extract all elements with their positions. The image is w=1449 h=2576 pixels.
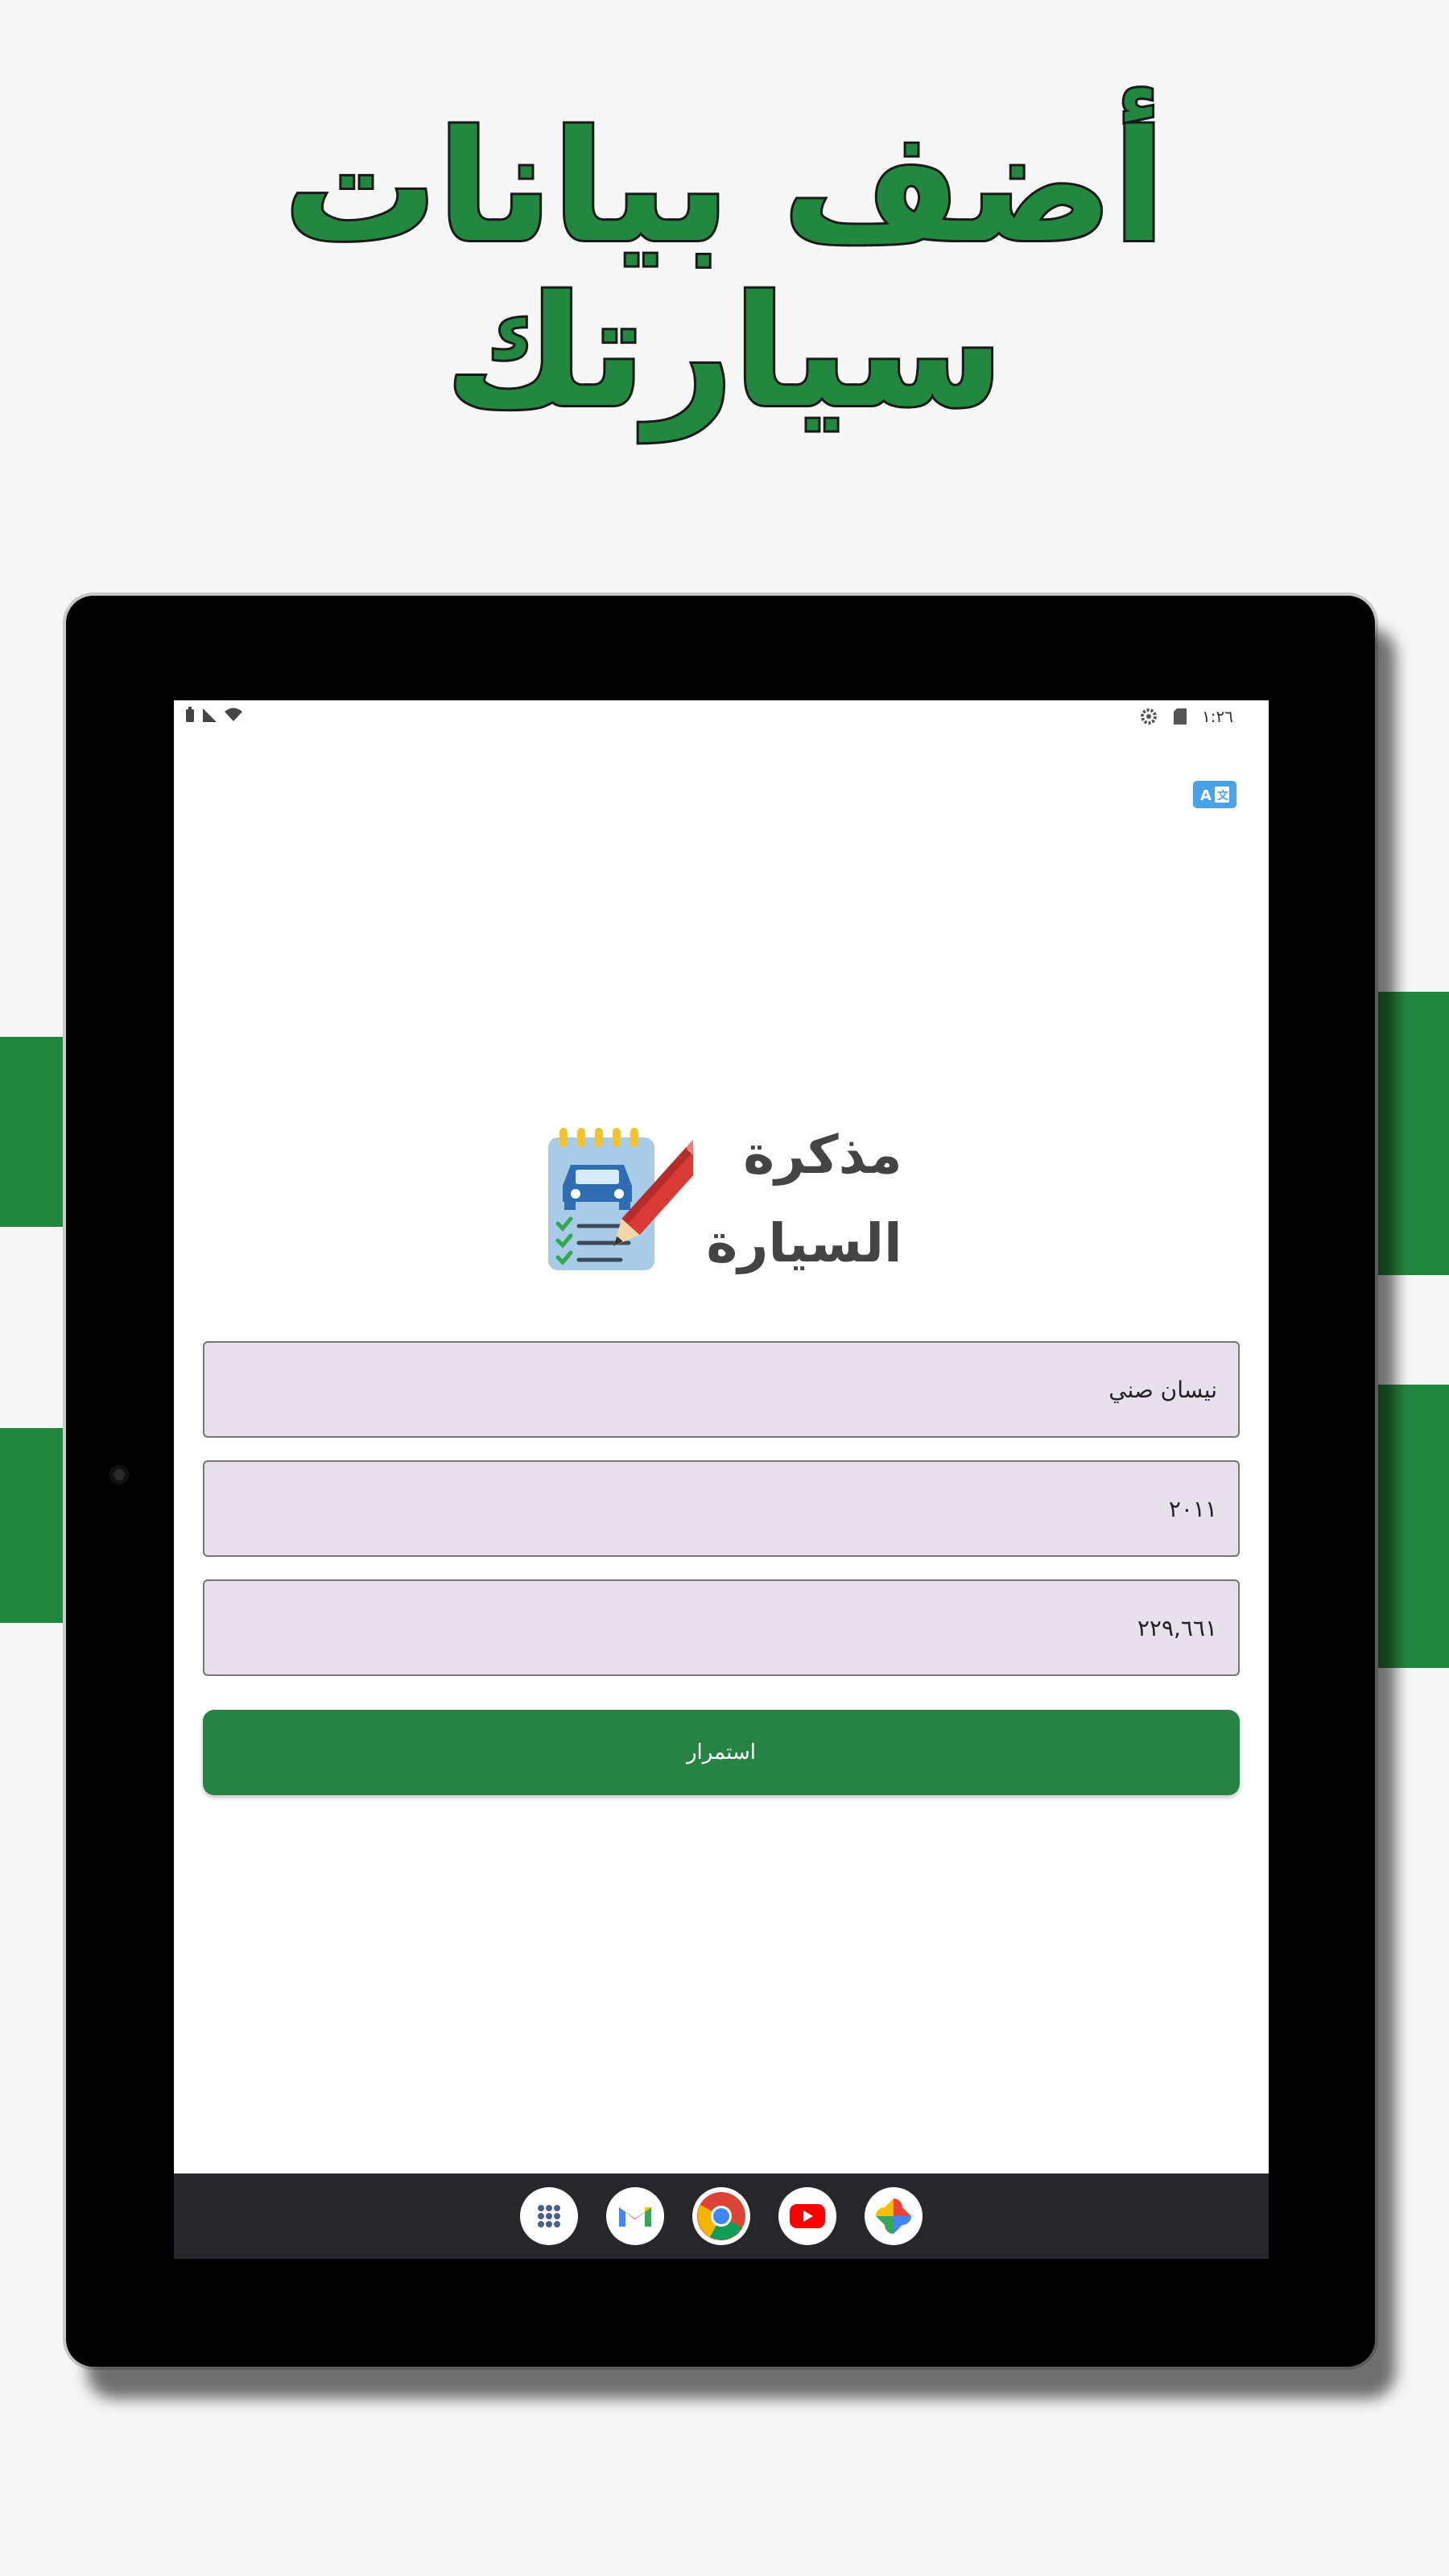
car-notebook-icon bbox=[548, 1128, 694, 1270]
mileage-value: ٢٢٩,٦٦١ bbox=[1137, 1614, 1217, 1641]
app-header: مذكرة السيارة bbox=[174, 1119, 1269, 1280]
status-bar: ١:٢٦ bbox=[174, 700, 1269, 736]
promo-headline: أضف بيانات سيارتك bbox=[0, 98, 1449, 441]
chrome-logo-icon bbox=[697, 2192, 745, 2240]
svg-text:文: 文 bbox=[1217, 789, 1229, 803]
app-title-line-1: مذكرة bbox=[743, 1124, 902, 1186]
year-value: ٢٠١١ bbox=[1168, 1495, 1217, 1522]
cell-signal-icon bbox=[203, 708, 217, 722]
settings-gear-icon bbox=[1141, 708, 1158, 724]
app-launcher-icon[interactable] bbox=[520, 2187, 578, 2245]
status-icons-right: ١:٢٦ bbox=[1139, 707, 1233, 726]
translate-button[interactable]: A 文 bbox=[1193, 781, 1236, 808]
app-title: مذكرة السيارة bbox=[706, 1111, 902, 1288]
tablet-frame: ١:٢٦ A 文 مذكرة السيارة نيسان صني ٢٠١١ ٢٢… bbox=[66, 596, 1375, 2367]
status-time: ١:٢٦ bbox=[1202, 707, 1233, 726]
wifi-icon bbox=[225, 708, 242, 721]
photos-pinwheel-icon bbox=[876, 2198, 911, 2234]
photos-icon[interactable] bbox=[865, 2187, 923, 2245]
status-icons-left bbox=[185, 707, 243, 723]
taskbar bbox=[174, 2174, 1269, 2259]
translate-icon: A 文 bbox=[1200, 786, 1229, 804]
gmail-icon[interactable] bbox=[606, 2187, 664, 2245]
battery-icon bbox=[186, 707, 194, 722]
car-model-field[interactable]: نيسان صني bbox=[203, 1341, 1240, 1438]
svg-text:A: A bbox=[1200, 787, 1212, 804]
sd-card-icon bbox=[1174, 708, 1187, 724]
grid-dots-icon bbox=[538, 2205, 560, 2227]
car-model-value: نيسان صني bbox=[1108, 1376, 1217, 1403]
headline-line-2: سيارتك bbox=[443, 263, 1004, 441]
camera-icon bbox=[109, 1465, 129, 1484]
continue-label: استمرار bbox=[686, 1740, 756, 1765]
mileage-field[interactable]: ٢٢٩,٦٦١ bbox=[203, 1579, 1240, 1676]
tablet-screen: ١:٢٦ A 文 مذكرة السيارة نيسان صني ٢٠١١ ٢٢… bbox=[174, 700, 1269, 2259]
chrome-icon[interactable] bbox=[692, 2187, 750, 2245]
continue-button[interactable]: استمرار bbox=[203, 1710, 1240, 1795]
gmail-logo-icon bbox=[619, 2207, 651, 2227]
youtube-icon[interactable] bbox=[778, 2187, 836, 2245]
youtube-logo-icon bbox=[790, 2204, 825, 2228]
headline-line-1: أضف بيانات bbox=[281, 98, 1166, 276]
year-field[interactable]: ٢٠١١ bbox=[203, 1460, 1240, 1557]
app-title-line-2: السيارة bbox=[706, 1212, 902, 1274]
